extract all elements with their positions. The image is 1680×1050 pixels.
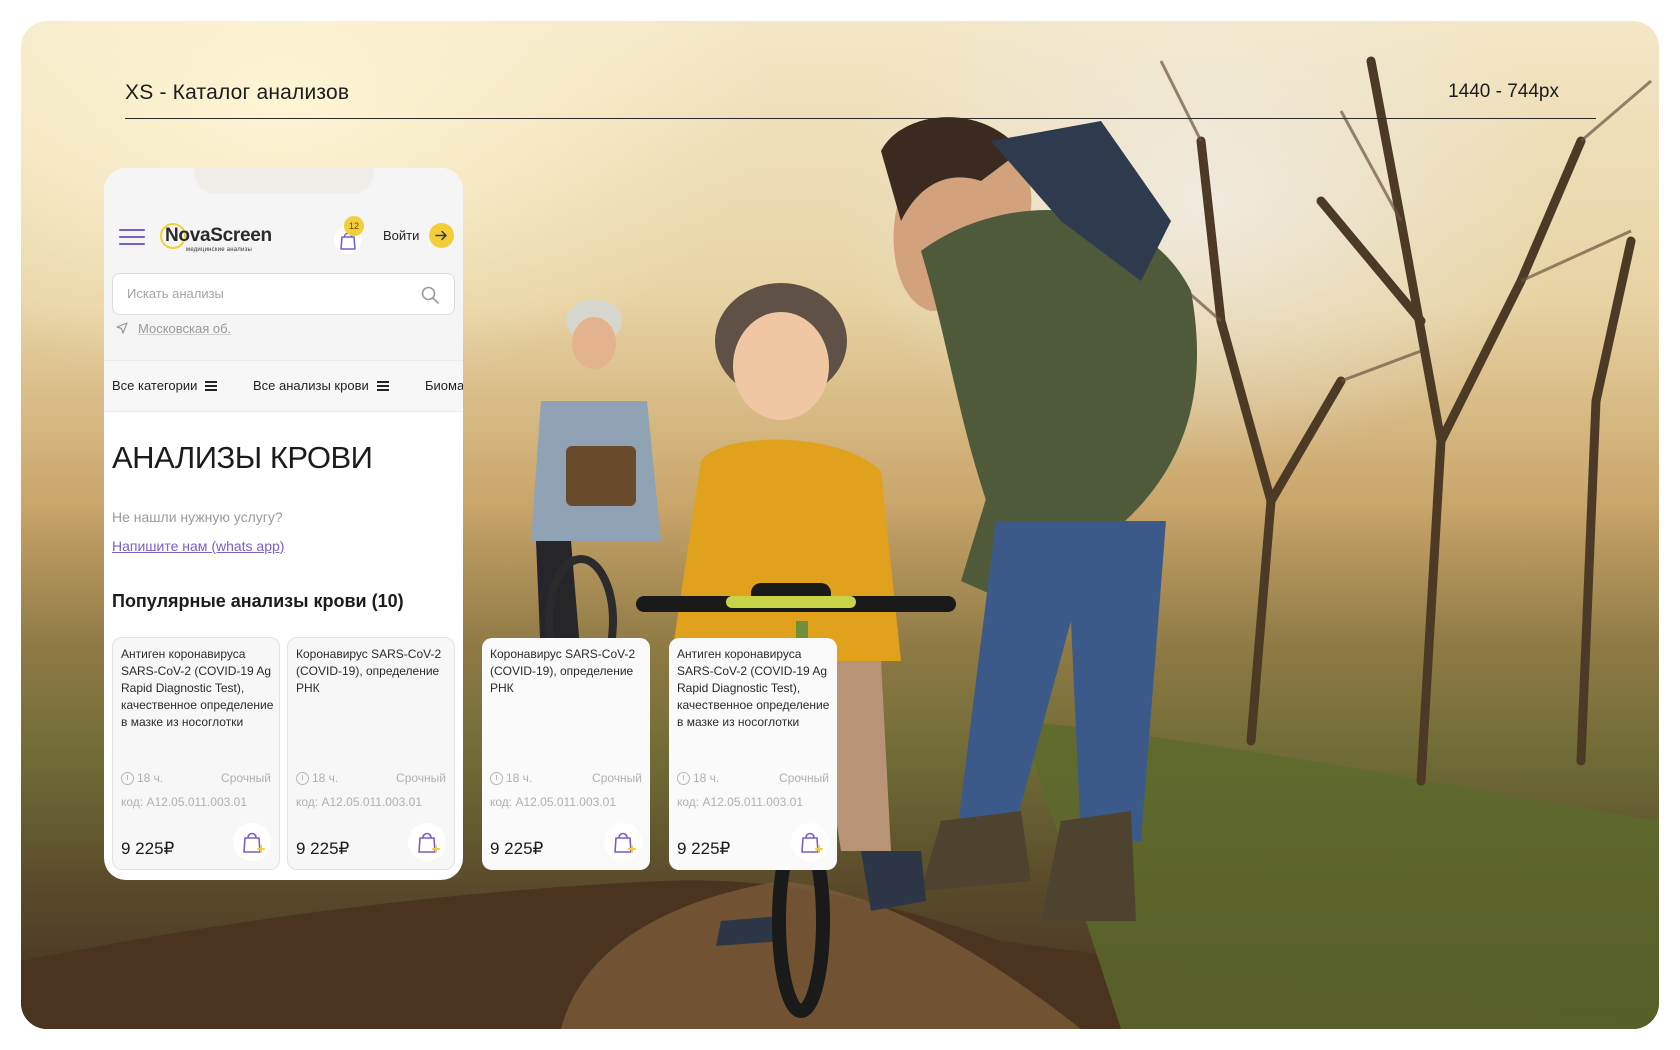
cart-count-badge: 12	[344, 216, 364, 236]
product-duration: 18 ч.	[490, 771, 532, 785]
category-biomaterial[interactable]: Биома	[425, 378, 463, 393]
arrow-right-icon	[435, 230, 447, 241]
add-to-cart-button[interactable]	[604, 823, 642, 861]
search-box[interactable]	[112, 273, 455, 315]
product-duration: 18 ч.	[296, 771, 338, 785]
section-title: Популярные анализы крови (10)	[112, 591, 404, 611]
product-name: Коронавирус SARS-CoV-2 (COVID-19), опред…	[490, 647, 636, 695]
add-to-cart-icon	[418, 832, 440, 853]
add-to-cart-icon	[614, 832, 636, 853]
board-size-label: 1440 - 744px	[1448, 81, 1559, 102]
add-to-cart-button[interactable]	[408, 823, 446, 861]
product-urgency: Срочный	[396, 771, 446, 785]
page-title: АНАЛИЗЫ КРОВИ	[112, 440, 373, 475]
header-divider	[125, 118, 1596, 119]
clock-icon	[121, 771, 134, 785]
login-arrow-button[interactable]	[429, 223, 454, 248]
category-all[interactable]: Все категории	[112, 378, 218, 393]
menu-icon[interactable]	[119, 229, 145, 245]
product-price: 9 225₽	[490, 839, 544, 858]
clock-icon	[677, 771, 690, 785]
list-icon	[376, 380, 389, 391]
product-code: код: A12.05.011.003.01	[677, 795, 803, 809]
product-name: Антиген коронавируса SARS-CoV-2 (COVID-1…	[677, 647, 830, 729]
product-code: код: A12.05.011.003.01	[121, 795, 247, 809]
product-duration: 18 ч.	[121, 771, 163, 785]
phone-notch	[194, 168, 374, 194]
clock-icon	[490, 771, 503, 785]
category-all-blood-tests[interactable]: Все анализы крови	[253, 378, 389, 393]
product-urgency: Срочный	[221, 771, 271, 785]
add-to-cart-icon	[243, 832, 265, 853]
category-bar: Все категории Все анализы крови Биома	[104, 360, 463, 412]
board-title: XS - Каталог анализов	[125, 81, 350, 104]
help-question: Не нашли нужную услугу?	[112, 509, 283, 525]
mobile-screen: NovaScreen медицинские анализы 12 Войти …	[104, 168, 463, 880]
location-arrow-icon	[116, 322, 128, 334]
product-code: код: A12.05.011.003.01	[490, 795, 616, 809]
login-link[interactable]: Войти	[383, 228, 419, 243]
brand-logo[interactable]: NovaScreen медицинские анализы	[160, 220, 288, 256]
product-urgency: Срочный	[592, 771, 642, 785]
product-duration: 18 ч.	[677, 771, 719, 785]
product-name: Коронавирус SARS-CoV-2 (COVID-19), опред…	[296, 647, 442, 695]
clock-icon	[296, 771, 309, 785]
product-card[interactable]: Коронавирус SARS-CoV-2 (COVID-19), опред…	[287, 637, 455, 870]
add-to-cart-icon	[801, 832, 823, 853]
whatsapp-link[interactable]: Напишите нам (whats app)	[112, 538, 284, 554]
product-card[interactable]: Антиген коронавируса SARS-CoV-2 (COVID-1…	[112, 637, 280, 870]
product-price: 9 225₽	[677, 839, 731, 858]
list-icon	[205, 380, 218, 391]
product-card[interactable]: Антиген коронавируса SARS-CoV-2 (COVID-1…	[669, 638, 837, 870]
search-input[interactable]	[127, 286, 407, 301]
add-to-cart-button[interactable]	[791, 823, 829, 861]
product-card[interactable]: Коронавирус SARS-CoV-2 (COVID-19), опред…	[482, 638, 650, 870]
add-to-cart-button[interactable]	[233, 823, 271, 861]
product-code: код: A12.05.011.003.01	[296, 795, 422, 809]
product-price: 9 225₽	[121, 839, 175, 858]
product-price: 9 225₽	[296, 839, 350, 858]
product-urgency: Срочный	[779, 771, 829, 785]
region-selector[interactable]: Московская об.	[116, 321, 231, 336]
region-label: Московская об.	[138, 321, 232, 336]
product-name: Антиген коронавируса SARS-CoV-2 (COVID-1…	[121, 647, 274, 729]
search-icon[interactable]	[420, 285, 440, 305]
